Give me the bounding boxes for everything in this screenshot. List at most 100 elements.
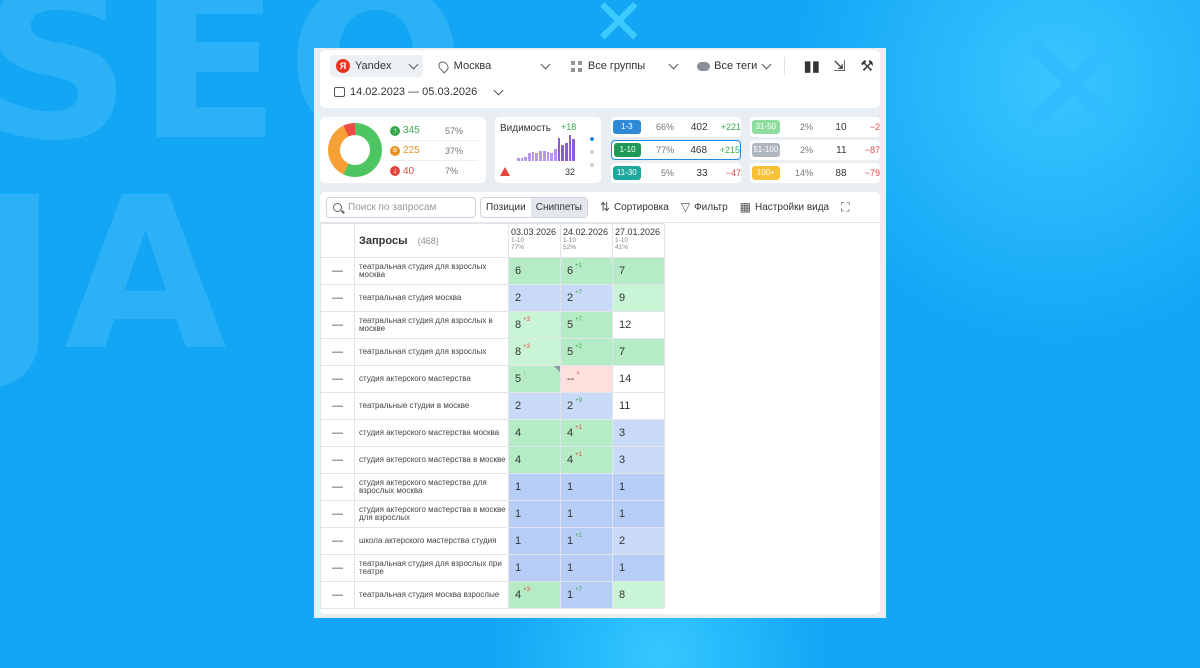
position-cell[interactable]: 1 +7	[560, 581, 613, 609]
table-row[interactable]: — театральная студия для взрослых москва 6…	[320, 257, 665, 285]
groups-select[interactable]: Все группы	[565, 55, 683, 77]
table-row[interactable]: — студия актерского мастерства для взросл…	[320, 473, 665, 501]
declined-row[interactable]: ↓ 40 7%	[390, 161, 478, 181]
collapse-toggle[interactable]: —	[320, 473, 355, 501]
collapse-toggle[interactable]: —	[320, 338, 355, 366]
tags-select[interactable]: Все теги	[691, 55, 776, 77]
range-row[interactable]: 51-100 2% 11 −87	[750, 140, 880, 160]
query-cell[interactable]: студия актерского мастерства в москве дл…	[354, 500, 509, 528]
query-cell[interactable]: театральная студия москва	[354, 284, 509, 312]
position-cell[interactable]: 1	[560, 554, 613, 582]
position-cell[interactable]: 7	[612, 257, 665, 285]
collapse-toggle[interactable]: —	[320, 311, 355, 339]
position-cell[interactable]: 8 +3	[508, 311, 561, 339]
position-cell[interactable]: 2	[508, 392, 561, 420]
region-select[interactable]: Москва	[433, 55, 555, 77]
queries-header[interactable]: Запросы (468)	[354, 223, 509, 258]
position-cell[interactable]: 6 +1	[560, 257, 613, 285]
search-input[interactable]: Поиск по запросам	[326, 196, 476, 218]
range-row[interactable]: 100+ 14% 88 −79	[750, 163, 880, 183]
query-cell[interactable]: студия актерского мастерства в москве	[354, 446, 509, 474]
position-cell[interactable]: 14	[612, 365, 665, 393]
table-row[interactable]: — школа актерского мастерства студия 1 1 +1 2	[320, 527, 665, 555]
unchanged-row[interactable]: = 225 37%	[390, 141, 478, 161]
collapse-toggle[interactable]: —	[320, 284, 355, 312]
position-cell[interactable]: 1	[508, 500, 561, 528]
position-cell[interactable]: 3	[612, 446, 665, 474]
improved-row[interactable]: ↑ 345 57%	[390, 121, 478, 141]
table-row[interactable]: — театральная студия для взрослых при теа…	[320, 554, 665, 582]
position-cell[interactable]: 2	[612, 527, 665, 555]
range-row[interactable]: 1-10 77% 468 +215	[611, 140, 741, 160]
sort-button[interactable]: ⇅ Сортировка	[600, 200, 669, 214]
range-row[interactable]: 1-3 66% 402 +221	[611, 117, 741, 137]
position-cell[interactable]: 1	[612, 500, 665, 528]
visibility-card[interactable]: Видимость +18 32	[495, 117, 601, 183]
date-column-header[interactable]: 03.03.2026 1-10 77%	[508, 223, 561, 258]
position-cell[interactable]: 3	[612, 419, 665, 447]
table-row[interactable]: — студия актерского мастерства 5 ↑ -- × 14	[320, 365, 665, 393]
fullscreen-button[interactable]: ⛶	[841, 200, 853, 215]
collapse-toggle[interactable]: —	[320, 446, 355, 474]
position-cell[interactable]: 12	[612, 311, 665, 339]
position-cell[interactable]: 1	[560, 500, 613, 528]
query-cell[interactable]: театральная студия москва взрослые	[354, 581, 509, 609]
position-cell[interactable]: 5 +7	[560, 311, 613, 339]
collapse-toggle[interactable]: —	[320, 365, 355, 393]
bar-chart-icon[interactable]: ▮▮	[803, 57, 821, 75]
position-cell[interactable]: -- ×	[560, 365, 613, 393]
position-cell[interactable]: 4 +1	[560, 419, 613, 447]
position-cell[interactable]: 8 +3	[508, 338, 561, 366]
table-row[interactable]: — студия актерского мастерства москва 4 4 +1…	[320, 419, 665, 447]
table-row[interactable]: — театральная студия для взрослых 8 +3 5 +2 7	[320, 338, 665, 366]
query-cell[interactable]: театральные студии в москве	[354, 392, 509, 420]
position-cell[interactable]: 8	[612, 581, 665, 609]
position-cell[interactable]: 1	[560, 473, 613, 501]
collapse-toggle[interactable]: —	[320, 554, 355, 582]
table-row[interactable]: — театральные студии в москве 2 2 +9 11	[320, 392, 665, 420]
filter-button[interactable]: ▽ Фильтр	[681, 200, 728, 214]
tools-icon[interactable]: ⚒	[858, 57, 876, 75]
collapse-toggle[interactable]: —	[320, 581, 355, 609]
date-range-select[interactable]: 14.02.2023 — 05.03.2026	[334, 82, 504, 102]
query-cell[interactable]: студия актерского мастерства	[354, 365, 509, 393]
tab-positions[interactable]: Позиции	[481, 198, 531, 217]
carousel-dots[interactable]	[590, 137, 598, 176]
position-cell[interactable]: 4	[508, 419, 561, 447]
query-cell[interactable]: театральная студия для взрослых в москве	[354, 311, 509, 339]
position-cell[interactable]: 2 +9	[560, 392, 613, 420]
collapse-toggle[interactable]: —	[320, 527, 355, 555]
view-settings-button[interactable]: ▦ Настройки вида	[740, 200, 829, 214]
table-row[interactable]: — студия актерского мастерства в москве 4 4…	[320, 446, 665, 474]
position-cell[interactable]: 7	[612, 338, 665, 366]
query-cell[interactable]: театральная студия для взрослых москва	[354, 257, 509, 285]
query-cell[interactable]: школа актерского мастерства студия	[354, 527, 509, 555]
position-cell[interactable]: 6	[508, 257, 561, 285]
engine-select[interactable]: Я Yandex	[330, 55, 423, 77]
table-row[interactable]: — театральная студия москва взрослые 4 +3 1 +…	[320, 581, 665, 609]
table-row[interactable]: — театральная студия для взрослых в москв…	[320, 311, 665, 339]
query-cell[interactable]: театральная студия для взрослых при теат…	[354, 554, 509, 582]
collapse-toggle[interactable]: —	[320, 392, 355, 420]
position-cell[interactable]: 5 +2	[560, 338, 613, 366]
position-cell[interactable]: 1	[508, 473, 561, 501]
range-row[interactable]: 11-30 5% 33 −47	[611, 163, 741, 183]
table-row[interactable]: — студия актерского мастерства в москве д…	[320, 500, 665, 528]
position-cell[interactable]: 1	[612, 473, 665, 501]
position-cell[interactable]: 4 +3	[508, 581, 561, 609]
position-cell[interactable]: 9	[612, 284, 665, 312]
date-column-header[interactable]: 27.01.2026 1-10 41%	[612, 223, 665, 258]
range-row[interactable]: 31-50 2% 10 −2	[750, 117, 880, 137]
position-cell[interactable]: 2 +7	[560, 284, 613, 312]
collapse-toggle[interactable]: —	[320, 419, 355, 447]
position-cell[interactable]: 1 +1	[560, 527, 613, 555]
position-cell[interactable]: 1	[508, 527, 561, 555]
query-cell[interactable]: студия актерского мастерства для взрослы…	[354, 473, 509, 501]
collapse-toggle[interactable]: —	[320, 500, 355, 528]
query-cell[interactable]: театральная студия для взрослых	[354, 338, 509, 366]
position-cell[interactable]: 4	[508, 446, 561, 474]
collapse-toggle[interactable]: —	[320, 257, 355, 285]
position-cell[interactable]: 11	[612, 392, 665, 420]
position-cell[interactable]: 1	[508, 554, 561, 582]
date-column-header[interactable]: 24.02.2026 1-10 52%	[560, 223, 613, 258]
